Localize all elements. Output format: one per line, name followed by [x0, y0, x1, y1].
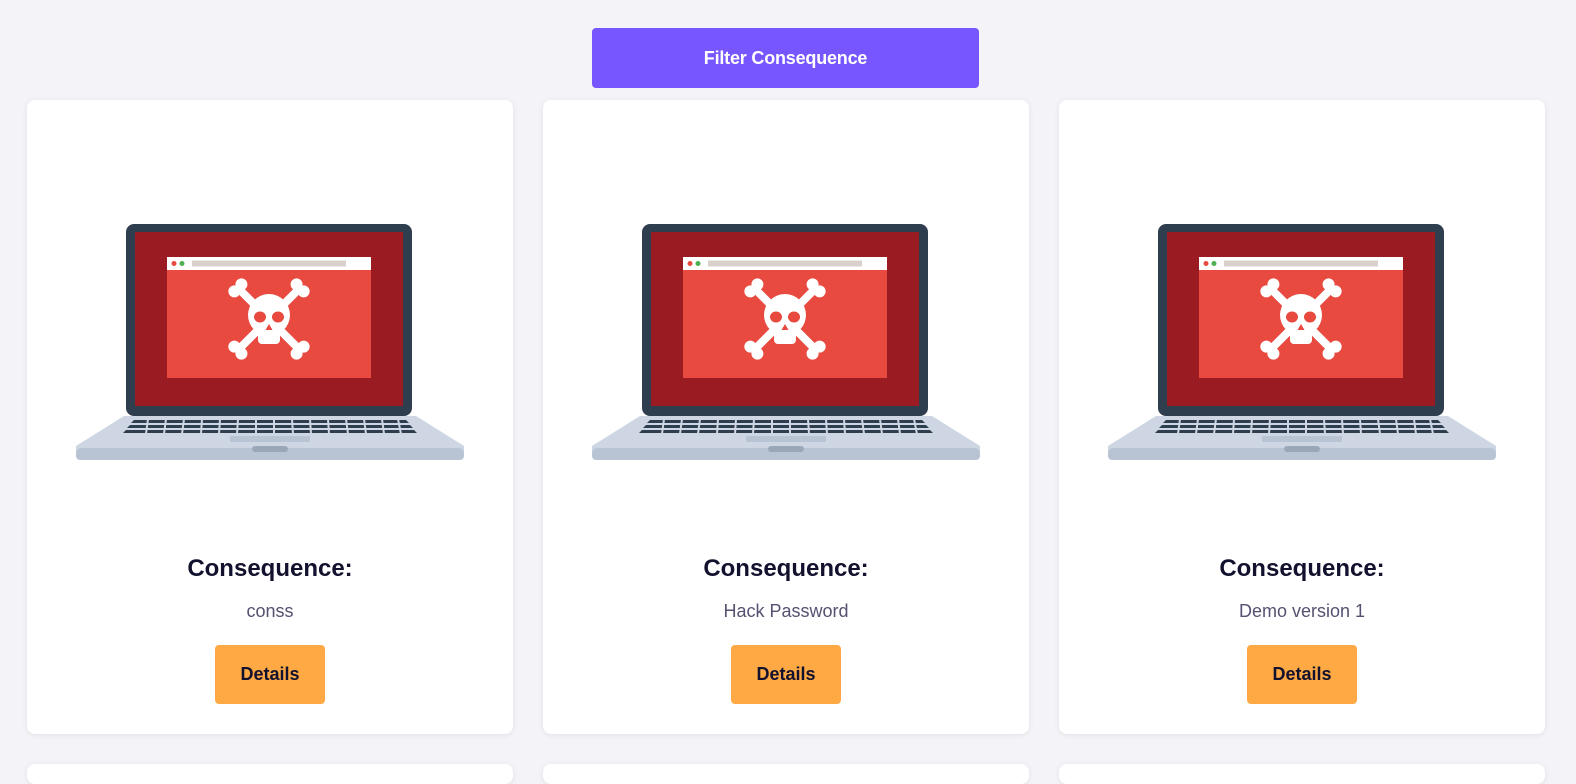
- card-title: Consequence:: [187, 555, 353, 582]
- next-card-top: [1059, 764, 1545, 784]
- laptop-skull-icon: [1108, 224, 1496, 461]
- card-description: Demo version 1: [1238, 601, 1366, 621]
- card-title: Consequence:: [703, 555, 869, 582]
- laptop-skull-icon: [592, 224, 980, 461]
- consequence-card: Consequence: Hack Password Details: [543, 100, 1029, 734]
- next-card-top: [543, 764, 1029, 784]
- laptop-skull-icon: [76, 224, 464, 461]
- details-button[interactable]: Details: [215, 645, 325, 704]
- filter-consequence-button[interactable]: Filter Consequence: [592, 28, 979, 88]
- details-button[interactable]: Details: [731, 645, 841, 704]
- consequence-card: Consequence: conss Details: [27, 100, 513, 734]
- card-description: conss: [246, 601, 294, 621]
- card-title: Consequence:: [1219, 555, 1385, 582]
- next-card-top: [27, 764, 513, 784]
- filter-bar: Filter Consequence: [592, 28, 979, 88]
- details-button[interactable]: Details: [1247, 645, 1357, 704]
- consequence-card: Consequence: Demo version 1 Details: [1059, 100, 1545, 734]
- card-description: Hack Password: [723, 601, 849, 621]
